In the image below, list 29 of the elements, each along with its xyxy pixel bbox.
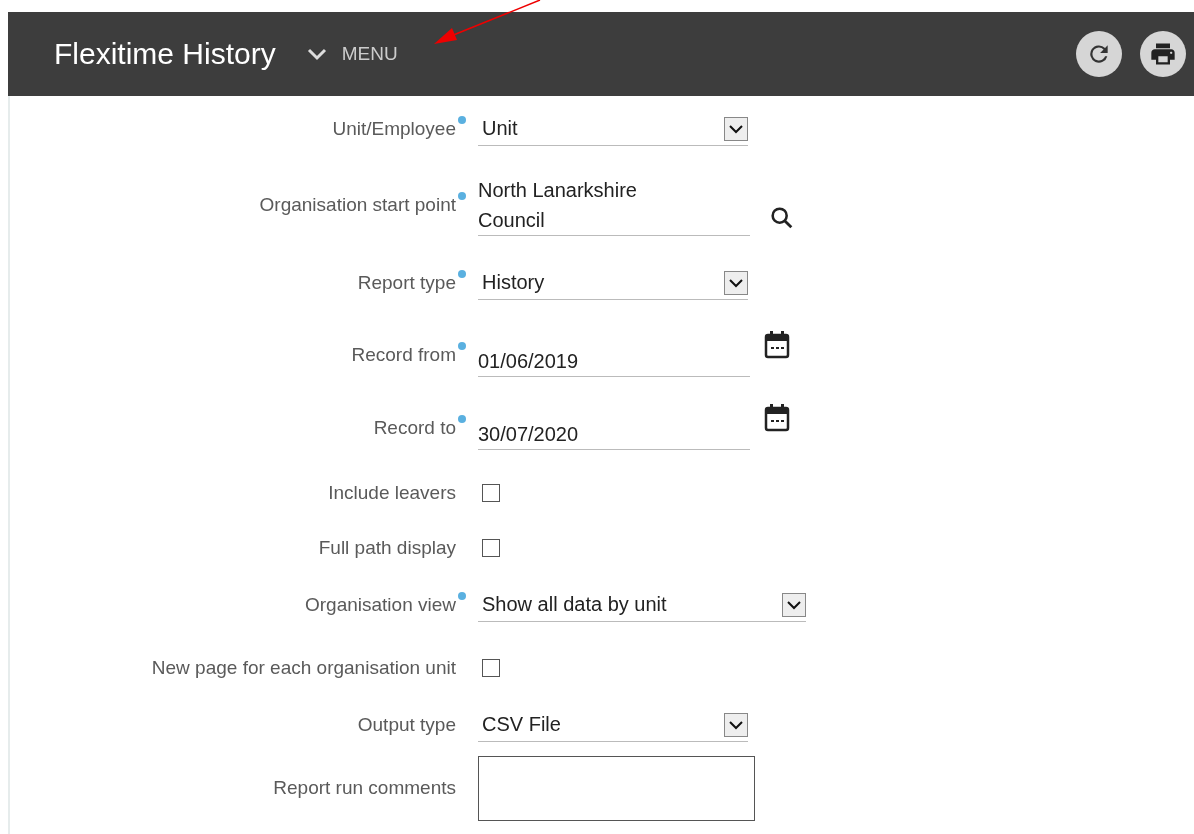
field-label: Organisation view [304, 594, 456, 616]
dropdown[interactable]: Unit [478, 112, 748, 146]
field-label: New page for each organisation unit [151, 657, 456, 679]
chevron-down-icon [305, 47, 328, 61]
checkbox[interactable] [482, 659, 500, 677]
checkbox[interactable] [482, 539, 500, 557]
field-label: Report run comments [273, 777, 456, 799]
field-label: Record to [373, 417, 456, 439]
print-button[interactable] [1140, 31, 1186, 77]
lookup-field[interactable]: North Lanarkshire Council [478, 174, 750, 236]
field-label: Output type [357, 714, 456, 736]
dropdown[interactable]: CSV File [478, 708, 748, 742]
calendar-icon[interactable] [764, 331, 790, 359]
refresh-button[interactable] [1076, 31, 1122, 77]
field-label: Unit/Employee [332, 118, 456, 140]
dropdown[interactable]: Show all data by unit [478, 588, 806, 622]
dropdown[interactable]: History [478, 266, 748, 300]
menu-button[interactable]: MENU [305, 43, 398, 65]
date-field[interactable]: 30/07/2020 [478, 406, 750, 450]
checkbox[interactable] [482, 484, 500, 502]
page-title: Flexitime History [54, 37, 276, 71]
comments-field[interactable] [478, 755, 755, 821]
field-label: Include leavers [328, 482, 456, 504]
field-label: Full path display [318, 537, 456, 559]
field-label: Report type [357, 272, 456, 294]
date-field[interactable]: 01/06/2019 [478, 333, 750, 377]
field-label: Record from [351, 344, 456, 366]
field-label: Organisation start point [259, 194, 456, 216]
calendar-icon[interactable] [764, 404, 790, 432]
